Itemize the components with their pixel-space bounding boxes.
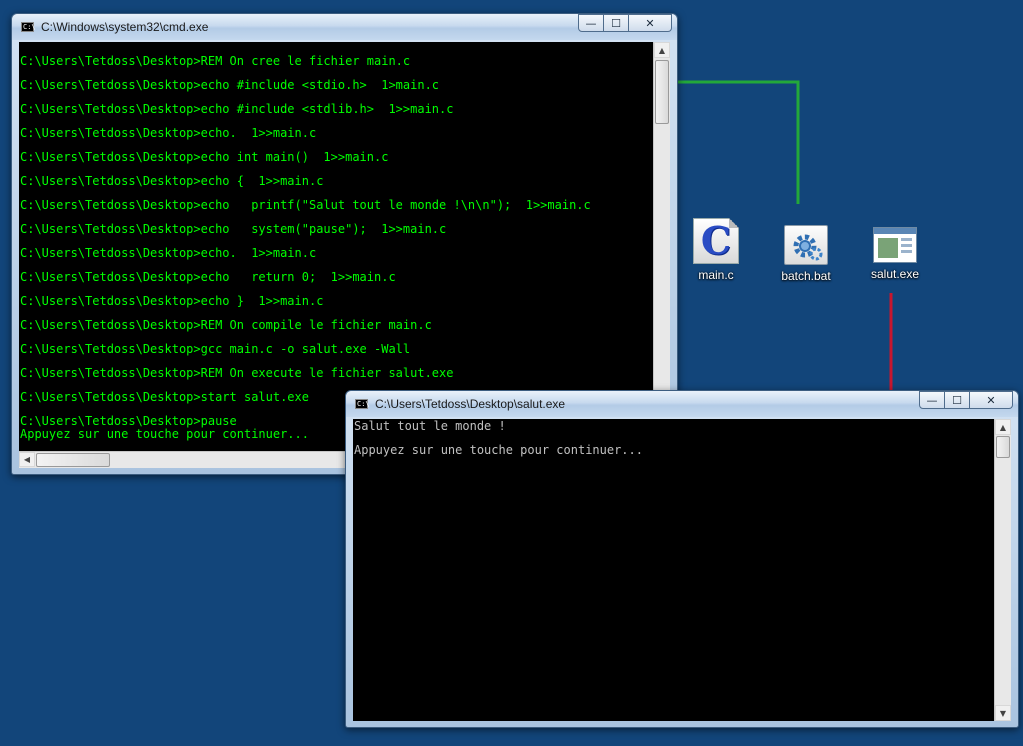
console-line: C:\Users\Tetdoss\Desktop>REM On compile …	[20, 318, 432, 332]
scrollbar-thumb[interactable]	[655, 60, 669, 124]
scrollbar-thumb[interactable]	[36, 453, 110, 467]
console-line: C:\Users\Tetdoss\Desktop>echo { 1>>main.…	[20, 174, 324, 188]
cmd-titlebar[interactable]: C:\ C:\Windows\system32\cmd.exe — ☐ ✕	[12, 14, 677, 40]
console-line: C:\Users\Tetdoss\Desktop>echo #include <…	[20, 78, 440, 92]
exe-file-icon	[873, 227, 917, 263]
console-line: C:\Users\Tetdoss\Desktop>gcc main.c -o s…	[20, 342, 411, 356]
minimize-button[interactable]: —	[919, 391, 945, 409]
minimize-button[interactable]: —	[578, 14, 604, 32]
desktop-icon-salut-exe[interactable]: salut.exe	[860, 222, 930, 281]
console-line: C:\Users\Tetdoss\Desktop>echo system("pa…	[20, 222, 447, 236]
maximize-button[interactable]: ☐	[945, 391, 970, 409]
console-line: Salut tout le monde !	[354, 419, 506, 433]
console-line: C:\Users\Tetdoss\Desktop>echo #include <…	[20, 102, 454, 116]
console-line: C:\Users\Tetdoss\Desktop>echo printf("Sa…	[20, 198, 591, 212]
window-title: C:\Users\Tetdoss\Desktop\salut.exe	[375, 397, 566, 411]
window-title: C:\Windows\system32\cmd.exe	[41, 20, 209, 34]
vertical-scrollbar[interactable]: ▲ ▼	[994, 419, 1011, 721]
scroll-left-arrow[interactable]: ◀	[19, 452, 35, 467]
console-line: C:\Users\Tetdoss\Desktop>REM On execute …	[20, 366, 454, 380]
salut-window[interactable]: C:\ C:\Users\Tetdoss\Desktop\salut.exe —…	[345, 390, 1019, 728]
salut-console-output[interactable]: Salut tout le monde ! Appuyez sur une to…	[353, 419, 994, 721]
desktop-icon-label: main.c	[698, 268, 734, 282]
scroll-up-arrow[interactable]: ▲	[654, 42, 670, 58]
scroll-down-arrow[interactable]: ▼	[995, 705, 1011, 721]
console-line: Appuyez sur une touche pour continuer...	[354, 443, 643, 457]
console-icon: C:\	[21, 22, 36, 32]
scroll-up-arrow[interactable]: ▲	[995, 419, 1011, 435]
console-line: C:\Users\Tetdoss\Desktop>echo } 1>>main.…	[20, 294, 324, 308]
console-line: C:\Users\Tetdoss\Desktop>echo return 0; …	[20, 270, 396, 284]
close-button[interactable]: ✕	[970, 391, 1013, 409]
salut-titlebar[interactable]: C:\ C:\Users\Tetdoss\Desktop\salut.exe —…	[346, 391, 1018, 417]
desktop-icon-main-c[interactable]: C main.c	[681, 218, 751, 282]
console-line: C:\Users\Tetdoss\Desktop>start salut.exe	[20, 390, 309, 404]
maximize-button[interactable]: ☐	[604, 14, 629, 32]
console-icon: C:\	[355, 399, 370, 409]
console-line: C:\Users\Tetdoss\Desktop>echo. 1>>main.c	[20, 246, 317, 260]
batch-file-icon	[784, 225, 828, 265]
desktop-icon-batch-bat[interactable]: batch.bat	[771, 222, 841, 283]
desktop-icon-label: salut.exe	[870, 267, 920, 281]
console-line: C:\Users\Tetdoss\Desktop>pause	[20, 414, 237, 428]
desktop-icon-label: batch.bat	[781, 269, 831, 283]
c-file-icon: C	[693, 218, 739, 264]
close-button[interactable]: ✕	[629, 14, 672, 32]
scrollbar-thumb[interactable]	[996, 436, 1010, 458]
console-line: Appuyez sur une touche pour continuer...	[20, 427, 309, 441]
console-line: C:\Users\Tetdoss\Desktop>REM On cree le …	[20, 54, 411, 68]
console-line: C:\Users\Tetdoss\Desktop>echo. 1>>main.c	[20, 126, 317, 140]
console-line: C:\Users\Tetdoss\Desktop>echo int main()…	[20, 150, 389, 164]
